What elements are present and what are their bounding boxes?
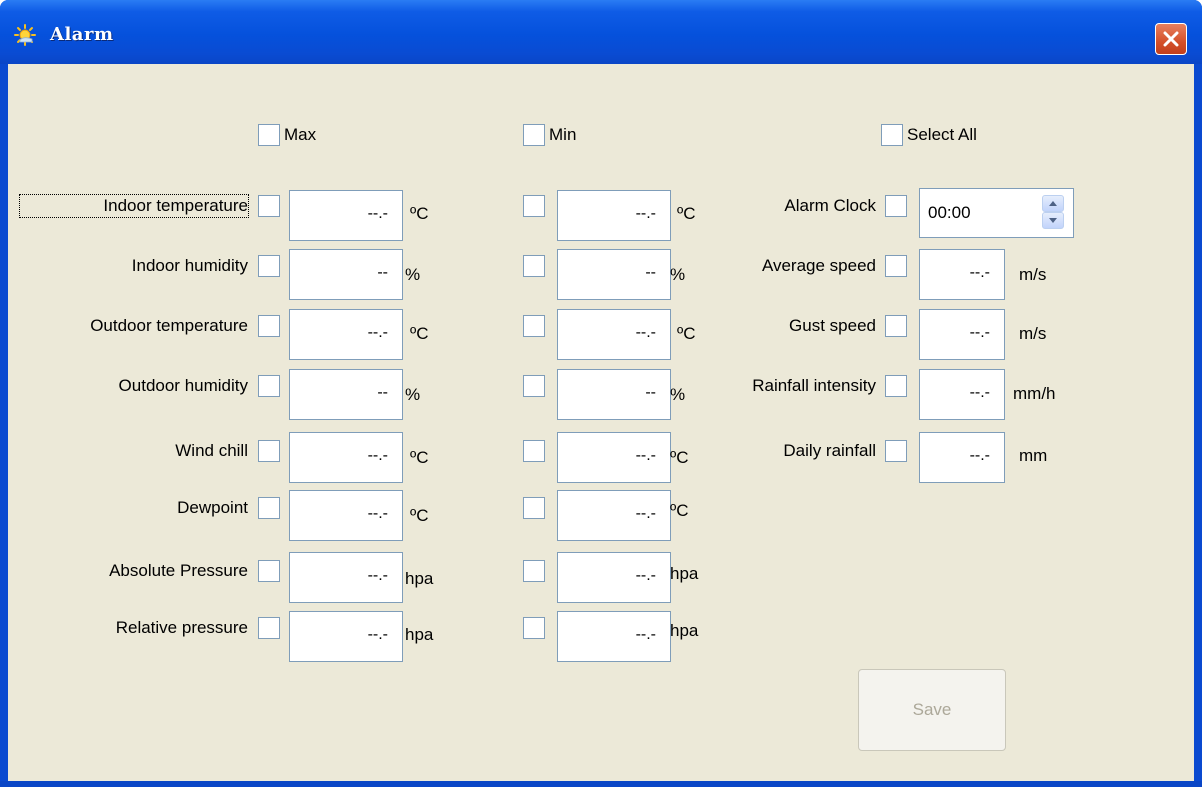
- spin-down-button[interactable]: [1042, 212, 1064, 229]
- outdoor-humidity-max-input[interactable]: --: [289, 369, 403, 420]
- relative-pressure-max-checkbox[interactable]: [258, 617, 280, 639]
- outdoor-temperature-min-checkbox[interactable]: [523, 315, 545, 337]
- title-bar[interactable]: Alarm: [0, 0, 1202, 64]
- alarm-window: Alarm Max Min Select All Indoor temperat…: [0, 0, 1202, 787]
- average-speed-input[interactable]: --.-: [919, 249, 1005, 300]
- outdoor-humidity-min-checkbox[interactable]: [523, 375, 545, 397]
- outdoor-temperature-max-input[interactable]: --.-: [289, 309, 403, 360]
- min-header-label: Min: [549, 125, 577, 144]
- alarm-clock-label: Alarm Clock: [784, 196, 876, 215]
- spin-buttons: [1042, 195, 1064, 229]
- outdoor-humidity-min-unit: %: [670, 385, 686, 404]
- spin-up-button[interactable]: [1042, 195, 1064, 212]
- close-icon: [1163, 31, 1179, 47]
- sun-icon: [14, 24, 36, 46]
- absolute-pressure-min-input[interactable]: --.-: [557, 552, 671, 603]
- indoor-temperature-min-input[interactable]: --.-: [557, 190, 671, 241]
- daily-rainfall-checkbox[interactable]: [885, 440, 907, 462]
- indoor-humidity-min-unit: %: [670, 265, 686, 284]
- window-title: Alarm: [50, 24, 114, 45]
- absolute-pressure-label: Absolute Pressure: [109, 561, 248, 580]
- wind-chill-label: Wind chill: [175, 441, 248, 460]
- indoor-temperature-max-unit: ºC: [410, 204, 429, 223]
- outdoor-humidity-max-checkbox[interactable]: [258, 375, 280, 397]
- dewpoint-max-checkbox[interactable]: [258, 497, 280, 519]
- absolute-pressure-min-unit: hpa: [670, 564, 699, 583]
- dewpoint-min-checkbox[interactable]: [523, 497, 545, 519]
- gust-speed-unit: m/s: [1019, 324, 1047, 343]
- window-frame-bottom: [0, 781, 1202, 787]
- indoor-humidity-label: Indoor humidity: [131, 256, 248, 275]
- average-speed-checkbox[interactable]: [885, 255, 907, 277]
- dewpoint-min-input[interactable]: --.-: [557, 490, 671, 541]
- dialog-body: [8, 64, 1194, 781]
- wind-chill-max-unit: ºC: [410, 448, 429, 467]
- outdoor-humidity-min-input[interactable]: --: [557, 369, 671, 420]
- relative-pressure-min-checkbox[interactable]: [523, 617, 545, 639]
- save-button[interactable]: Save: [858, 669, 1006, 751]
- wind-chill-min-checkbox[interactable]: [523, 440, 545, 462]
- rainfall-intensity-unit: mm/h: [1013, 384, 1056, 403]
- absolute-pressure-min-checkbox[interactable]: [523, 560, 545, 582]
- close-button[interactable]: [1155, 23, 1187, 55]
- wind-chill-min-input[interactable]: --.-: [557, 432, 671, 483]
- indoor-humidity-min-input[interactable]: --: [557, 249, 671, 300]
- dewpoint-min-unit: ºC: [670, 501, 689, 520]
- dewpoint-max-unit: ºC: [410, 506, 429, 525]
- indoor-temperature-label: Indoor temperature: [19, 194, 249, 218]
- alarm-clock-time-value: 00:00: [928, 203, 971, 222]
- max-all-checkbox[interactable]: [258, 124, 280, 146]
- wind-chill-max-input[interactable]: --.-: [289, 432, 403, 483]
- alarm-clock-time-spinbox[interactable]: 00:00: [919, 188, 1074, 238]
- outdoor-temperature-min-input[interactable]: --.-: [557, 309, 671, 360]
- outdoor-temperature-max-unit: ºC: [410, 324, 429, 343]
- select-all-label: Select All: [907, 125, 977, 144]
- absolute-pressure-max-checkbox[interactable]: [258, 560, 280, 582]
- wind-chill-min-unit: ºC: [670, 448, 689, 467]
- indoor-humidity-max-checkbox[interactable]: [258, 255, 280, 277]
- dewpoint-max-input[interactable]: --.-: [289, 490, 403, 541]
- min-all-checkbox[interactable]: [523, 124, 545, 146]
- gust-speed-label: Gust speed: [789, 316, 876, 335]
- average-speed-label: Average speed: [761, 256, 876, 275]
- daily-rainfall-input[interactable]: --.-: [919, 432, 1005, 483]
- rainfall-intensity-checkbox[interactable]: [885, 375, 907, 397]
- relative-pressure-min-input[interactable]: --.-: [557, 611, 671, 662]
- relative-pressure-max-unit: hpa: [405, 625, 434, 644]
- rainfall-intensity-label: Rainfall intensity: [752, 376, 876, 395]
- daily-rainfall-unit: mm: [1019, 446, 1048, 465]
- absolute-pressure-max-input[interactable]: --.-: [289, 552, 403, 603]
- arrow-up-icon: [1049, 201, 1057, 206]
- indoor-temperature-max-input[interactable]: --.-: [289, 190, 403, 241]
- outdoor-temperature-label: Outdoor temperature: [90, 316, 248, 335]
- rainfall-intensity-input[interactable]: --.-: [919, 369, 1005, 420]
- outdoor-humidity-max-unit: %: [405, 385, 421, 404]
- daily-rainfall-label: Daily rainfall: [783, 441, 876, 460]
- relative-pressure-min-unit: hpa: [670, 621, 699, 640]
- relative-pressure-max-input[interactable]: --.-: [289, 611, 403, 662]
- gust-speed-input[interactable]: --.-: [919, 309, 1005, 360]
- indoor-temperature-max-checkbox[interactable]: [258, 195, 280, 217]
- wind-chill-max-checkbox[interactable]: [258, 440, 280, 462]
- indoor-temperature-min-checkbox[interactable]: [523, 195, 545, 217]
- absolute-pressure-max-unit: hpa: [405, 569, 434, 588]
- dewpoint-label: Dewpoint: [177, 498, 248, 517]
- relative-pressure-label: Relative pressure: [115, 618, 248, 637]
- max-header-label: Max: [284, 125, 317, 144]
- select-all-checkbox[interactable]: [881, 124, 903, 146]
- gust-speed-checkbox[interactable]: [885, 315, 907, 337]
- indoor-humidity-max-input[interactable]: --: [289, 249, 403, 300]
- alarm-clock-checkbox[interactable]: [885, 195, 907, 217]
- arrow-down-icon: [1049, 218, 1057, 223]
- outdoor-temperature-max-checkbox[interactable]: [258, 315, 280, 337]
- indoor-humidity-max-unit: %: [405, 265, 421, 284]
- indoor-humidity-min-checkbox[interactable]: [523, 255, 545, 277]
- average-speed-unit: m/s: [1019, 265, 1047, 284]
- outdoor-humidity-label: Outdoor humidity: [118, 376, 248, 395]
